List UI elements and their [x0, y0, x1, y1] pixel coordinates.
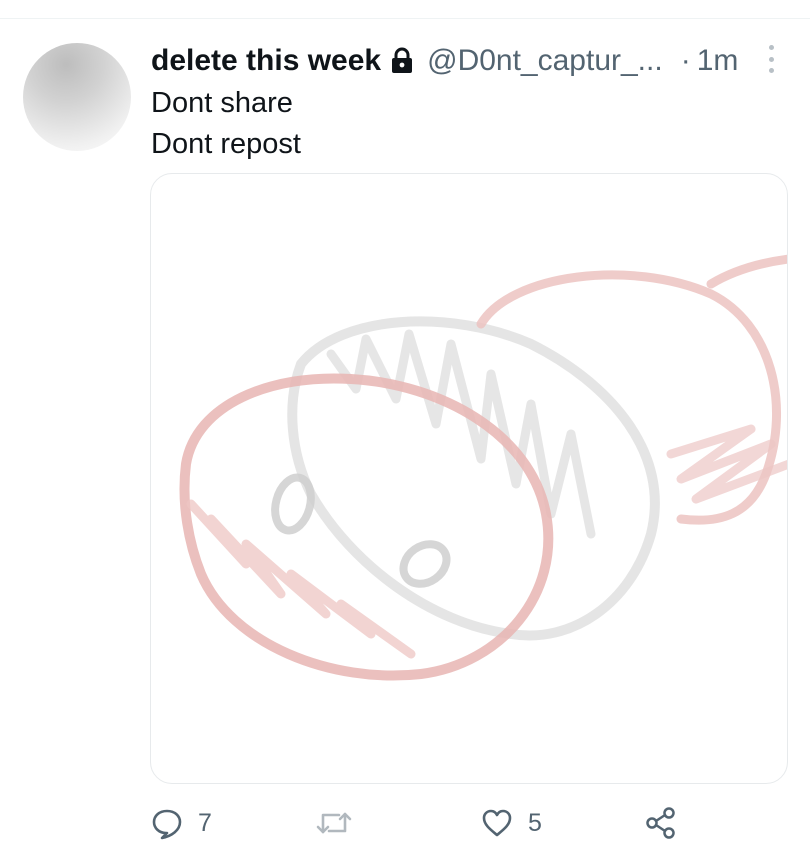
separator: · [680, 44, 691, 77]
display-name[interactable]: delete this week [151, 43, 381, 79]
repost-icon [314, 806, 354, 840]
tweet-actions: 7 5 [150, 803, 790, 843]
reply-count: 7 [198, 808, 212, 837]
tweet-card[interactable]: delete this week @D0nt_captur_... · 1m D… [0, 19, 810, 863]
more-dot [768, 45, 774, 50]
tweet-header: delete this week @D0nt_captur_... · 1m [151, 41, 791, 81]
drawing-image [179, 254, 787, 681]
like-button[interactable]: 5 [480, 803, 542, 843]
tweet-text-line: Dont share [151, 87, 293, 119]
lock-icon [389, 47, 415, 75]
avatar[interactable] [23, 43, 131, 151]
more-dot [768, 56, 774, 62]
heart-icon [480, 806, 514, 840]
more-vertical-icon[interactable] [760, 43, 782, 75]
tweet-text: Dont share Dont repost [151, 83, 301, 165]
reply-icon [150, 806, 184, 840]
tweet-media-image[interactable] [150, 173, 788, 784]
timestamp[interactable]: 1m [697, 43, 739, 79]
tweet-text-line: Dont repost [151, 128, 301, 160]
repost-button[interactable] [314, 803, 368, 843]
reply-button[interactable]: 7 [150, 803, 212, 843]
share-icon [644, 806, 678, 840]
more-dot [768, 68, 774, 73]
handle[interactable]: @D0nt_captur_... [427, 43, 663, 79]
share-button[interactable] [644, 803, 678, 843]
like-count: 5 [528, 808, 542, 837]
